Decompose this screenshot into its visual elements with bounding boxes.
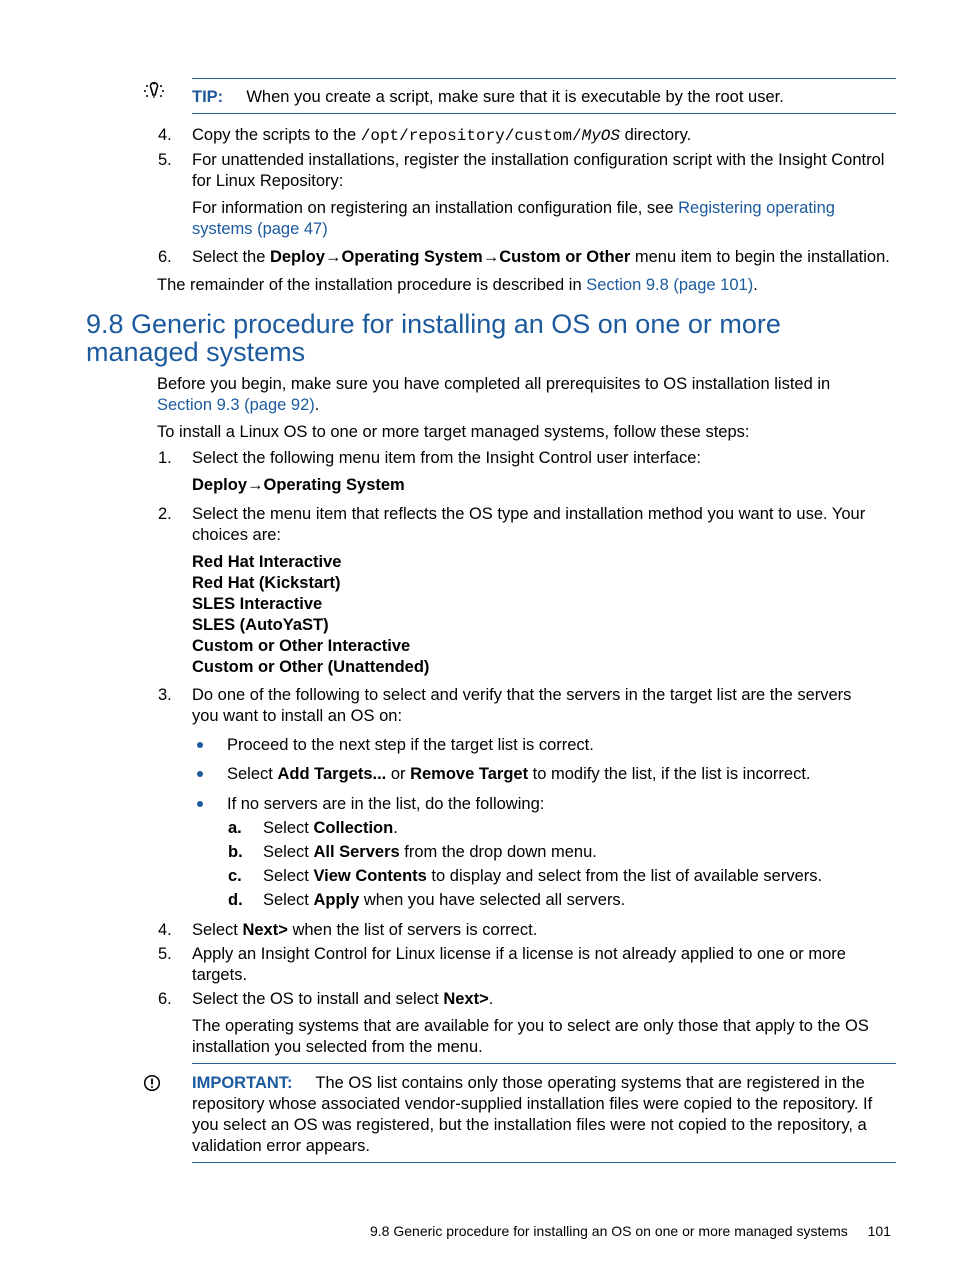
page-number: 101 — [867, 1223, 891, 1239]
step-1-menu-path: Deploy→Operating System — [192, 476, 405, 494]
step-number: 3. — [158, 686, 172, 704]
pre-step-5: For unattended installations, register t… — [192, 151, 885, 190]
step-number: 2. — [158, 505, 172, 523]
tip-text: When you create a script, make sure that… — [246, 88, 784, 106]
tip-note: TIP: When you create a script, make sure… — [192, 87, 896, 108]
step-5-text: Apply an Insight Control for Linux licen… — [192, 945, 846, 984]
step-6-text: Select the OS to install and select Next… — [192, 990, 494, 1008]
substep-item: Select All Servers from the drop down me… — [263, 843, 597, 861]
remainder-paragraph: The remainder of the installation proced… — [157, 276, 758, 294]
substep-letter: d. — [228, 891, 243, 909]
path-code-italic: MyOS — [581, 127, 620, 145]
os-choice: Custom or Other (Unattended) — [192, 658, 430, 676]
substep-item: Select Collection. — [263, 819, 398, 837]
lightbulb-icon — [144, 82, 164, 98]
step-1-text: Select the following menu item from the … — [192, 449, 701, 467]
substep-item: Select View Contents to display and sele… — [263, 867, 823, 885]
step-number: 4. — [158, 921, 172, 939]
step-4-text: Select Next> when the list of servers is… — [192, 921, 538, 939]
os-choice: SLES (AutoYaST) — [192, 616, 329, 634]
step-number: 5. — [158, 945, 172, 963]
step-number: 4. — [158, 126, 172, 144]
bullet-icon — [197, 771, 203, 777]
exclamation-circle-icon — [143, 1074, 161, 1092]
substep-letter: b. — [228, 843, 243, 861]
important-top-rule — [192, 1063, 896, 1064]
step-2-text: Select the menu item that reflects the O… — [192, 505, 866, 544]
page-footer: 9.8 Generic procedure for installing an … — [370, 1222, 891, 1240]
bullet-icon — [197, 742, 203, 748]
bullet-item: Proceed to the next step if the target l… — [227, 736, 594, 754]
step-6-note: The operating systems that are available… — [192, 1017, 869, 1056]
important-bottom-rule — [192, 1162, 896, 1163]
pre-step-5-note: For information on registering an instal… — [192, 199, 835, 238]
step-3-text: Do one of the following to select and ve… — [192, 686, 852, 725]
bullet-item: If no servers are in the list, do the fo… — [227, 795, 545, 813]
os-choice: SLES Interactive — [192, 595, 323, 613]
os-choice: Red Hat (Kickstart) — [192, 574, 341, 592]
step-number: 6. — [158, 990, 172, 1008]
pre-step-6: Select the Deploy→Operating System→Custo… — [192, 248, 890, 266]
substep-letter: a. — [228, 819, 242, 837]
step-number: 5. — [158, 151, 172, 169]
bullet-icon — [197, 801, 203, 807]
step-number: 1. — [158, 449, 172, 467]
substep-letter: c. — [228, 867, 242, 885]
section-9-8-link[interactable]: Section 9.8 (page 101) — [586, 276, 753, 294]
section-heading: 9.8 Generic procedure for installing an … — [86, 309, 781, 367]
tip-label: TIP: — [192, 88, 224, 106]
tip-top-rule — [192, 78, 896, 79]
os-choice: Custom or Other Interactive — [192, 637, 411, 655]
lead-paragraph: To install a Linux OS to one or more tar… — [157, 423, 750, 441]
important-label: IMPORTANT: — [192, 1074, 293, 1092]
important-note: IMPORTANT: The OS list contains only tho… — [192, 1073, 898, 1157]
bullet-item: Select Add Targets... or Remove Target t… — [227, 765, 811, 783]
substep-item: Select Apply when you have selected all … — [263, 891, 626, 909]
footer-title: 9.8 Generic procedure for installing an … — [370, 1223, 848, 1239]
menu-path: Deploy→Operating System→Custom or Other — [269, 248, 631, 266]
tip-bottom-rule — [192, 113, 896, 114]
section-9-3-link[interactable]: Section 9.3 (page 92) — [157, 396, 315, 414]
intro-paragraph: Before you begin, make sure you have com… — [157, 375, 831, 414]
important-text: The OS list contains only those operatin… — [192, 1074, 873, 1155]
step-number: 6. — [158, 248, 172, 266]
os-choice: Red Hat Interactive — [192, 553, 342, 571]
path-code: /opt/repository/custom/ — [360, 127, 582, 145]
os-choices-list: Red Hat Interactive Red Hat (Kickstart) … — [192, 552, 429, 678]
pre-step-4: Copy the scripts to the /opt/repository/… — [192, 126, 692, 145]
